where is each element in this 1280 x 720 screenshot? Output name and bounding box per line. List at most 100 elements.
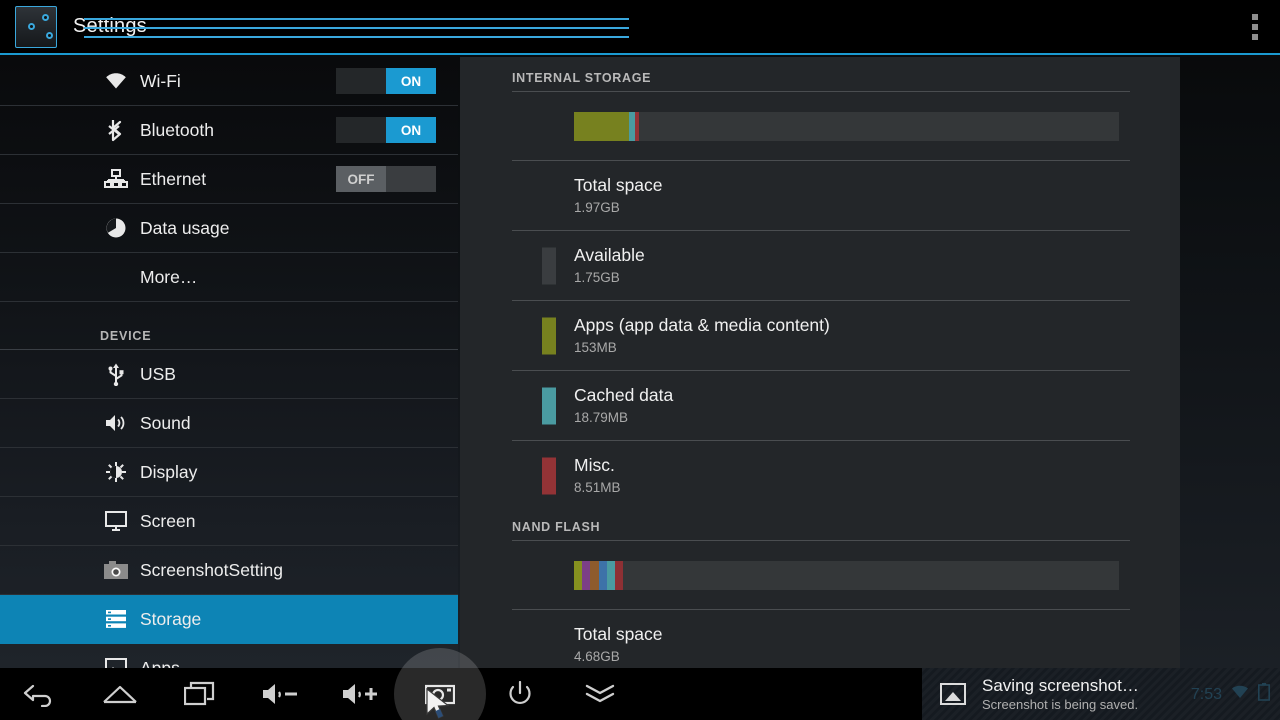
sidebar-item-label: Data usage (140, 217, 230, 238)
settings-sliders-icon (15, 5, 629, 48)
action-bar: Settings (0, 0, 1280, 55)
status-area[interactable]: 7:53 (1191, 683, 1270, 706)
storage-item-apps[interactable]: Apps (app data & media content) 153MB (512, 301, 1130, 371)
notification-title: Saving screenshot… (982, 675, 1139, 695)
nand-flash-bar (574, 561, 1119, 590)
home-icon[interactable] (80, 668, 160, 720)
toggle-state-label: ON (386, 117, 436, 143)
internal-storage-bar (574, 112, 1119, 141)
color-swatch (542, 317, 556, 354)
settings-sidebar[interactable]: Wi-Fi ON Bluetooth ON Ethernet OFF Data … (0, 57, 458, 668)
storage-panel[interactable]: INTERNAL STORAGE Total space 1.97GB Avai… (460, 57, 1180, 668)
storage-item-value: 153MB (574, 340, 617, 355)
android-settings-screen: Settings Wi-Fi ON Bluetooth ON Ethernet … (0, 0, 1280, 720)
toggle-state-label: ON (386, 68, 436, 94)
sidebar-item-label: Screen (140, 510, 196, 531)
sidebar-item-label: Sound (140, 412, 191, 433)
bar-seg-purple (582, 561, 591, 590)
ethernet-icon (103, 166, 129, 192)
volume-up-icon[interactable] (320, 668, 400, 720)
storage-item-cached-data[interactable]: Cached data 18.79MB (512, 371, 1130, 441)
color-swatch (542, 457, 556, 494)
sidebar-item-wifi[interactable]: Wi-Fi ON (0, 57, 458, 106)
sidebar-item-bluetooth[interactable]: Bluetooth ON (0, 106, 458, 155)
power-icon[interactable] (480, 668, 560, 720)
nand-item-total-space[interactable]: Total space 4.68GB (512, 610, 1130, 668)
wifi-status-icon (1231, 685, 1249, 704)
storage-item-value: 4.68GB (574, 649, 620, 664)
internal-storage-header: INTERNAL STORAGE (512, 57, 1130, 92)
color-swatch (542, 387, 556, 424)
image-icon (940, 683, 966, 705)
storage-item-label: Cached data (574, 385, 674, 405)
storage-item-label: Total space (574, 175, 663, 195)
display-icon (103, 459, 129, 485)
toggle-state-label: OFF (336, 166, 386, 192)
system-navigation-bar: Saving screenshot… Screenshot is being s… (0, 668, 1280, 720)
storage-item-label: Apps (app data & media content) (574, 315, 830, 335)
screen-icon (103, 508, 129, 534)
camera-icon (103, 557, 129, 583)
storage-item-label: Available (574, 245, 645, 265)
sound-icon (103, 410, 129, 436)
nand-flash-bar-wrapper (512, 541, 1130, 610)
ethernet-toggle[interactable]: OFF (336, 166, 436, 192)
sidebar-item-data-usage[interactable]: Data usage (0, 204, 458, 253)
bluetooth-icon (103, 117, 129, 143)
sidebar-item-ethernet[interactable]: Ethernet OFF (0, 155, 458, 204)
storage-item-total-space[interactable]: Total space 1.97GB (512, 161, 1130, 231)
sidebar-item-storage[interactable]: Storage (0, 595, 458, 644)
sidebar-item-screenshotsetting[interactable]: ScreenshotSetting (0, 546, 458, 595)
color-swatch (542, 247, 556, 284)
bar-seg-free (623, 561, 1119, 590)
sidebar-item-label: Bluetooth (140, 119, 214, 140)
storage-item-label: Total space (574, 624, 663, 644)
screenshot-icon[interactable] (400, 668, 480, 720)
sidebar-item-apps[interactable]: Apps (0, 644, 458, 668)
storage-item-value: 1.75GB (574, 270, 620, 285)
bar-seg-apps (574, 112, 629, 141)
data-usage-icon (103, 215, 129, 241)
bar-seg-teal (606, 561, 615, 590)
back-icon[interactable] (0, 668, 80, 720)
storage-icon (103, 606, 129, 632)
bar-seg-blue (598, 561, 607, 590)
bar-seg-available (639, 112, 1119, 141)
sidebar-item-label: ScreenshotSetting (140, 559, 284, 580)
sidebar-item-label: Wi-Fi (140, 70, 181, 91)
sidebar-section-device: DEVICE (0, 302, 458, 350)
recents-icon[interactable] (160, 668, 240, 720)
overflow-menu-icon[interactable] (1252, 14, 1258, 40)
sidebar-item-label: Apps (140, 657, 180, 669)
sidebar-item-label: USB (140, 363, 176, 384)
usb-icon (103, 361, 129, 387)
storage-item-value: 8.51MB (574, 480, 621, 495)
storage-item-value: 1.97GB (574, 200, 620, 215)
wifi-toggle[interactable]: ON (336, 68, 436, 94)
nand-flash-header: NAND FLASH (512, 510, 1130, 541)
sidebar-item-more[interactable]: More… (0, 253, 458, 302)
storage-item-misc[interactable]: Misc. 8.51MB (512, 441, 1130, 510)
internal-storage-bar-wrapper (512, 92, 1130, 161)
sidebar-item-screen[interactable]: Screen (0, 497, 458, 546)
storage-item-label: Misc. (574, 455, 615, 475)
storage-item-available[interactable]: Available 1.75GB (512, 231, 1130, 301)
sidebar-item-label: More… (140, 266, 198, 287)
sidebar-item-usb[interactable]: USB (0, 350, 458, 399)
volume-down-icon[interactable] (240, 668, 320, 720)
bar-seg-red (614, 561, 624, 590)
notification-subtitle: Screenshot is being saved. (982, 696, 1139, 712)
sidebar-item-label: Storage (140, 608, 202, 629)
notification-toast[interactable]: Saving screenshot… Screenshot is being s… (922, 668, 1280, 720)
clock: 7:53 (1190, 685, 1222, 703)
bar-seg-brown (590, 561, 599, 590)
bar-seg-olive (574, 561, 583, 590)
wifi-icon (103, 68, 129, 94)
hide-navbar-icon[interactable] (560, 668, 640, 720)
storage-item-value: 18.79MB (574, 410, 629, 425)
apps-icon (103, 655, 129, 668)
sidebar-item-sound[interactable]: Sound (0, 399, 458, 448)
bluetooth-toggle[interactable]: ON (336, 117, 436, 143)
sidebar-item-label: Display (140, 461, 198, 482)
sidebar-item-display[interactable]: Display (0, 448, 458, 497)
